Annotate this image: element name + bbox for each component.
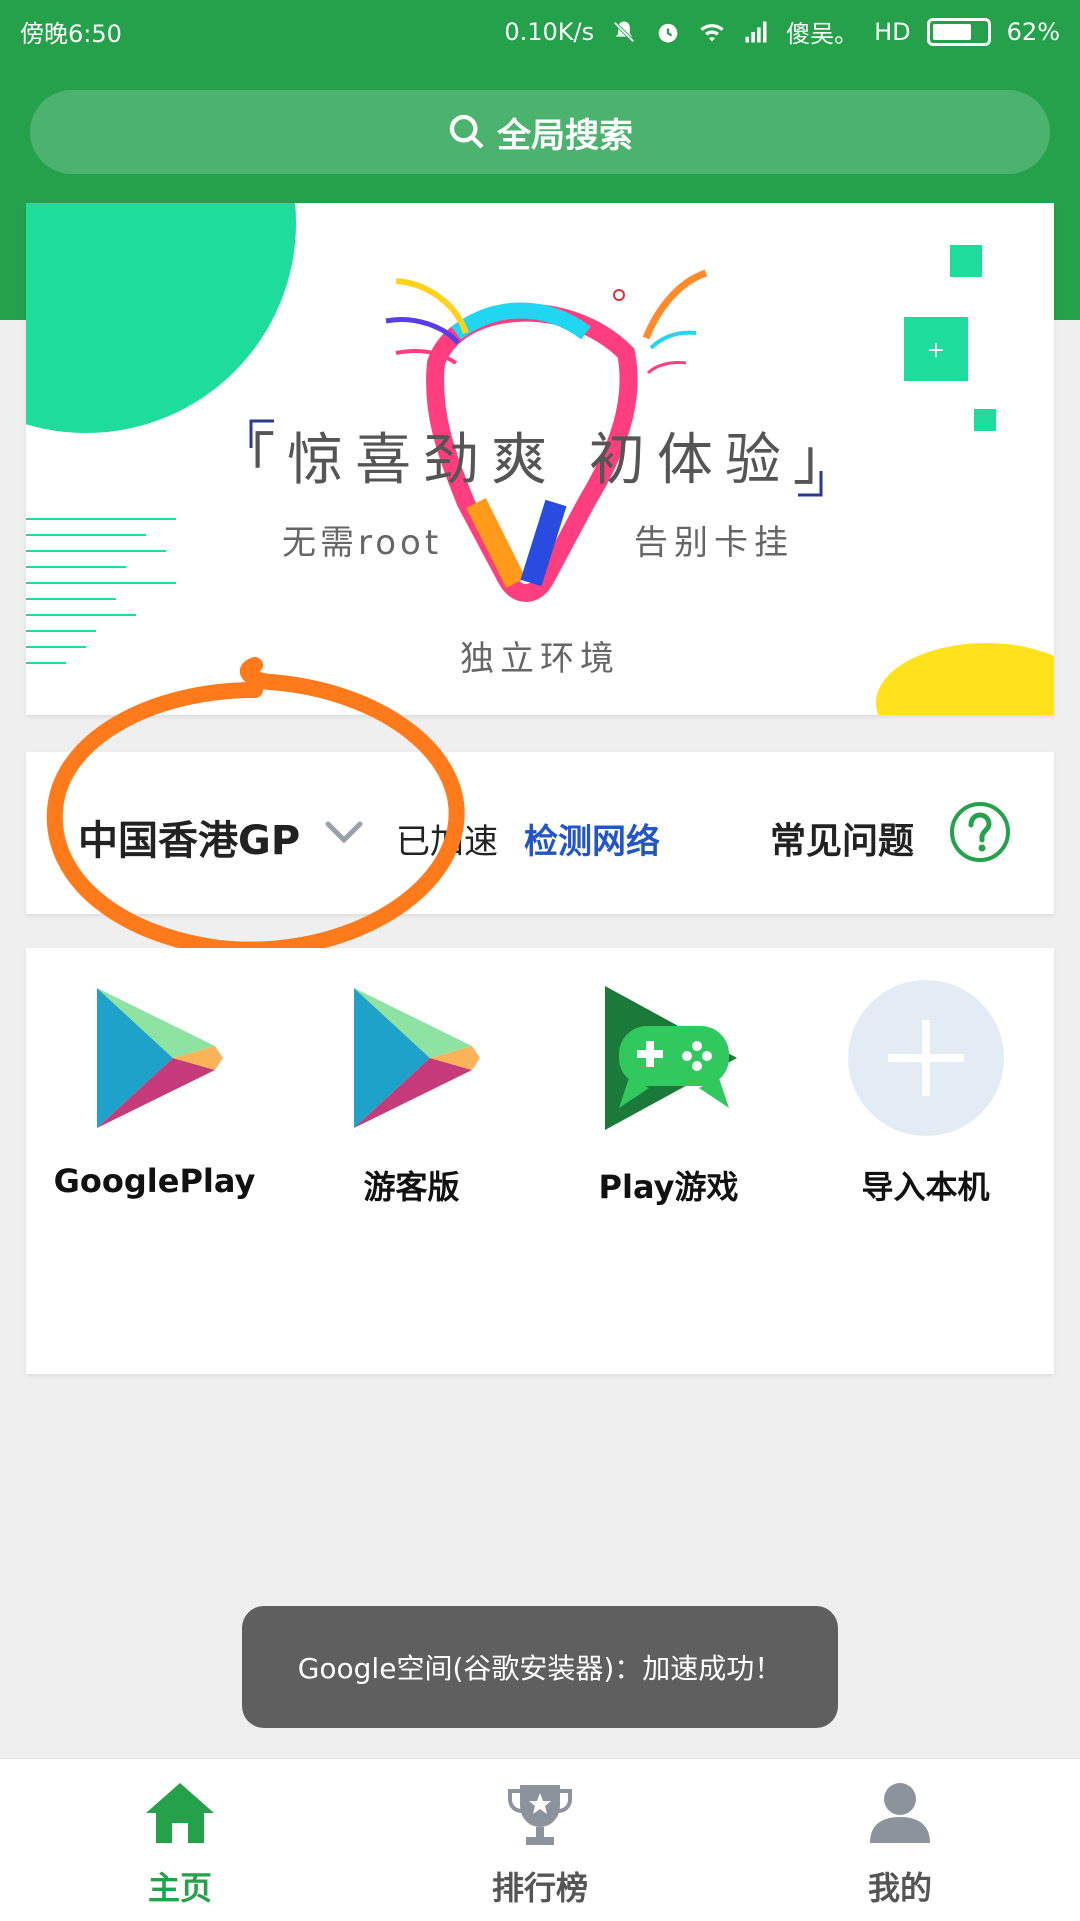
- nav-ranking[interactable]: 排行榜: [440, 1777, 640, 1909]
- search-icon: [449, 114, 484, 149]
- signal-icon: [745, 21, 767, 42]
- nav-label: 排行榜: [491, 1869, 588, 1907]
- svg-text:+: +: [927, 338, 945, 363]
- app-label: Play游戏: [598, 1168, 739, 1206]
- status-time: 傍晚6:50: [20, 20, 122, 48]
- acceleration-status: 已加速: [396, 822, 498, 862]
- hd-indicator: HD: [874, 17, 911, 46]
- bottom-navigation: 主页 排行榜 我的: [0, 1758, 1080, 1921]
- search-label: 全局搜索: [497, 115, 633, 156]
- toast-text: Google空间(谷歌安装器)：加速成功！: [297, 1652, 783, 1685]
- banner-title: 「惊喜劲爽 初体验」: [219, 428, 861, 493]
- region-card: 中国香港GP 已加速 检测网络 常见问题: [26, 752, 1054, 914]
- alarm-icon: [658, 23, 678, 42]
- chevron-down-icon[interactable]: [322, 814, 366, 850]
- region-selector[interactable]: 中国香港GP: [78, 808, 300, 866]
- mute-bell-icon: [613, 20, 635, 43]
- status-bar: 傍晚6:50 0.10K/s 傻吴。 HD 62%: [0, 0, 1080, 62]
- app-google-play[interactable]: GooglePlay: [26, 978, 283, 1200]
- nav-profile[interactable]: 我的: [800, 1777, 1000, 1909]
- help-icon[interactable]: [948, 800, 1012, 864]
- faq-link[interactable]: 常见问题: [770, 812, 914, 864]
- add-icon: [847, 980, 1004, 1136]
- app-label: 游客版: [363, 1168, 460, 1206]
- app-label: 导入本机: [861, 1168, 990, 1206]
- toast-message: Google空间(谷歌安装器)：加速成功！: [242, 1606, 838, 1728]
- global-search-bar[interactable]: 全局搜索: [30, 90, 1050, 174]
- promo-banner[interactable]: + 「惊喜劲爽 初体验」 无需root 告别卡挂 独立环境: [26, 203, 1054, 715]
- banner-subtitle-right: 告别卡挂: [634, 523, 794, 563]
- nav-label: 主页: [147, 1869, 212, 1907]
- battery-level: 62%: [1006, 17, 1060, 46]
- app-play-games[interactable]: Play游戏: [540, 978, 797, 1208]
- home-icon: [146, 1783, 214, 1843]
- carrier-name: 傻吴。: [786, 20, 859, 48]
- banner-subtitle-bottom: 独立环境: [460, 639, 620, 679]
- wifi-icon: [700, 23, 724, 41]
- apps-card: GooglePlay 游客版 Play游戏 导入本机: [26, 948, 1054, 1374]
- play-games-icon: [604, 986, 737, 1130]
- google-play-icon: [96, 988, 223, 1128]
- battery-icon: [926, 17, 991, 46]
- banner-subtitle-left: 无需root: [282, 523, 443, 563]
- app-guest-version[interactable]: 游客版: [283, 978, 540, 1208]
- nav-label: 我的: [867, 1869, 932, 1907]
- person-icon: [870, 1783, 930, 1843]
- google-play-icon: [353, 988, 480, 1128]
- network-speed: 0.10K/s: [504, 17, 595, 46]
- trophy-icon: [508, 1785, 572, 1845]
- app-label: GooglePlay: [53, 1162, 256, 1200]
- nav-home[interactable]: 主页: [80, 1777, 280, 1909]
- import-local-app-button[interactable]: 导入本机: [797, 978, 1054, 1208]
- check-network-link[interactable]: 检测网络: [524, 814, 660, 863]
